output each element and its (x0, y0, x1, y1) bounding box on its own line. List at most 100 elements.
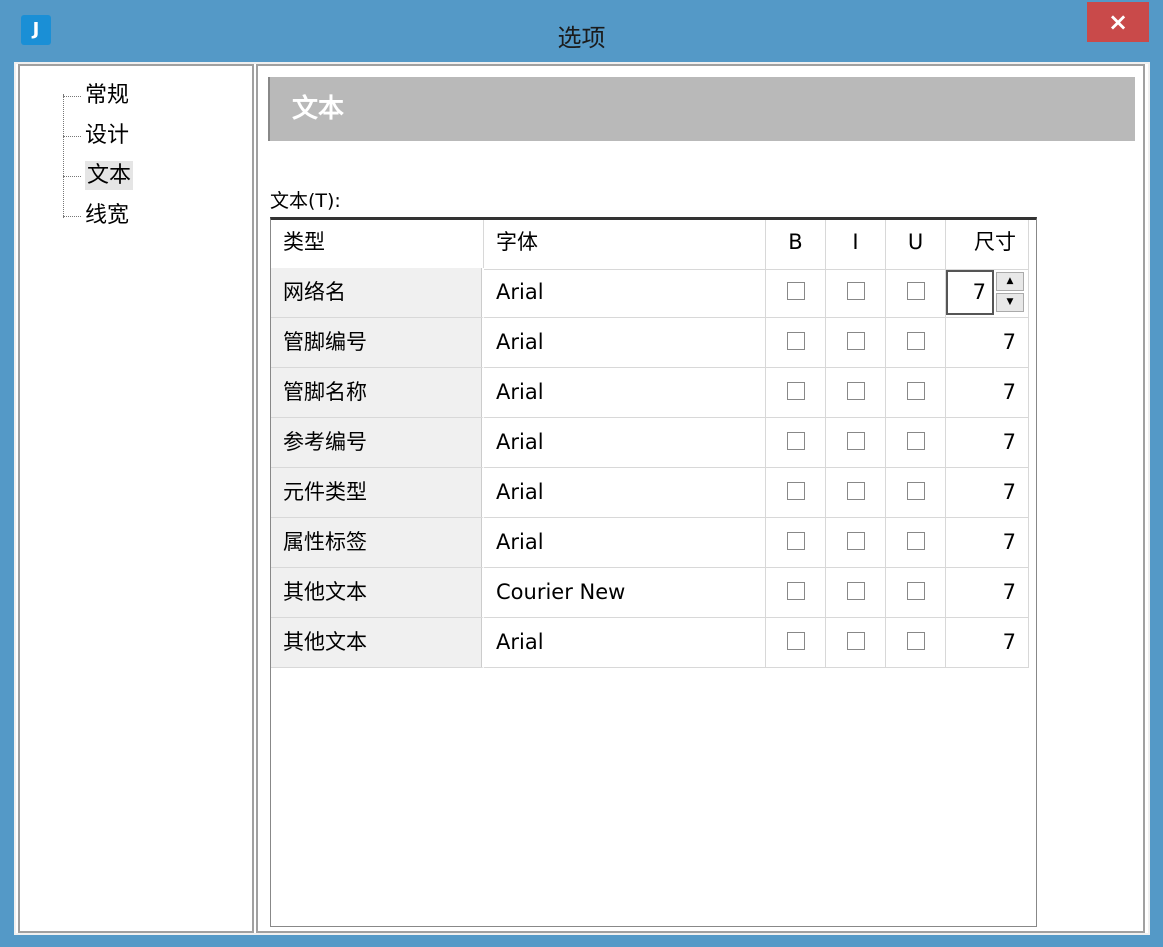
font-cell[interactable]: Arial (484, 618, 766, 668)
type-cell: 其他文本 (271, 618, 484, 668)
type-cell: 参考编号 (271, 418, 484, 468)
type-cell: 网络名 (271, 268, 484, 318)
spin-up-icon[interactable]: ▲ (996, 272, 1024, 291)
options-tree: 常规设计文本线宽 (18, 64, 254, 933)
font-cell[interactable]: Arial (484, 468, 766, 518)
underline-checkbox[interactable] (906, 432, 925, 450)
italic-checkbox[interactable] (846, 582, 865, 600)
text-table-label: 文本(T): (270, 190, 341, 212)
size-cell[interactable]: 7 (946, 568, 1029, 618)
panel-header: 文本 (268, 77, 1135, 141)
u-cell (886, 418, 946, 468)
underline-checkbox[interactable] (906, 482, 925, 500)
size-cell[interactable]: 7 (946, 618, 1029, 668)
table-row[interactable]: 其他文本 Courier New 7 (271, 568, 1029, 618)
i-cell (826, 418, 886, 468)
italic-checkbox[interactable] (846, 382, 865, 400)
font-cell[interactable]: Arial (484, 318, 766, 368)
type-cell: 其他文本 (271, 568, 484, 618)
table-row[interactable]: 管脚名称 Arial 7 (271, 368, 1029, 418)
tree-item-label: 线宽 (85, 203, 130, 228)
table-row[interactable]: 参考编号 Arial 7 (271, 418, 1029, 468)
column-header[interactable]: 类型 (271, 220, 484, 270)
underline-checkbox[interactable] (906, 532, 925, 550)
type-cell: 管脚名称 (271, 368, 484, 418)
options-panel: 文本 文本(T): 类型 字体 B I U 尺寸 网络名 Arial 7 ▲ ▼ 管脚编号 Arial 7… (256, 64, 1145, 933)
italic-checkbox[interactable] (846, 632, 865, 650)
i-cell (826, 518, 886, 568)
table-header-row: 类型 字体 B I U 尺寸 (271, 220, 1029, 270)
u-cell (886, 368, 946, 418)
b-cell (766, 268, 826, 318)
spinner-arrows[interactable]: ▲ ▼ (996, 272, 1024, 312)
bold-checkbox[interactable] (786, 332, 805, 350)
table-row[interactable]: 元件类型 Arial 7 (271, 468, 1029, 518)
size-spinbox[interactable]: 7 (946, 270, 994, 315)
window-title: 选项 (557, 24, 606, 52)
size-cell[interactable]: 7 (946, 368, 1029, 418)
i-cell (826, 368, 886, 418)
u-cell (886, 268, 946, 318)
underline-checkbox[interactable] (906, 332, 925, 350)
tree-item-2[interactable]: 文本 (45, 156, 134, 196)
bold-checkbox[interactable] (786, 582, 805, 600)
i-cell (826, 568, 886, 618)
tree-item-label: 文本 (85, 161, 134, 190)
bold-checkbox[interactable] (786, 532, 805, 550)
bold-checkbox[interactable] (786, 382, 805, 400)
i-cell (826, 618, 886, 668)
column-header[interactable]: 尺寸 (946, 220, 1029, 270)
table-row[interactable]: 管脚编号 Arial 7 (271, 318, 1029, 368)
tree-item-3[interactable]: 线宽 (45, 196, 133, 236)
b-cell (766, 318, 826, 368)
tree-item-1[interactable]: 设计 (45, 116, 133, 156)
size-cell[interactable]: 7 (946, 468, 1029, 518)
table-row[interactable]: 网络名 Arial 7 ▲ ▼ (271, 268, 1029, 318)
bold-checkbox[interactable] (786, 282, 805, 300)
close-button[interactable]: × (1087, 2, 1149, 42)
title-bar[interactable]: J 选项 × (0, 0, 1163, 62)
underline-checkbox[interactable] (906, 582, 925, 600)
italic-checkbox[interactable] (846, 332, 865, 350)
table-row[interactable]: 属性标签 Arial 7 (271, 518, 1029, 568)
column-header[interactable]: B (766, 220, 826, 270)
italic-checkbox[interactable] (846, 432, 865, 450)
column-header[interactable]: I (826, 220, 886, 270)
type-cell: 属性标签 (271, 518, 484, 568)
bold-checkbox[interactable] (786, 432, 805, 450)
column-header[interactable]: 字体 (484, 220, 766, 270)
size-cell[interactable]: 7 ▲ ▼ (946, 268, 1029, 318)
tree-item-label: 设计 (85, 123, 130, 148)
font-cell[interactable]: Courier New (484, 568, 766, 618)
italic-checkbox[interactable] (846, 532, 865, 550)
underline-checkbox[interactable] (906, 282, 925, 300)
bold-checkbox[interactable] (786, 632, 805, 650)
italic-checkbox[interactable] (846, 282, 865, 300)
italic-checkbox[interactable] (846, 482, 865, 500)
u-cell (886, 618, 946, 668)
b-cell (766, 468, 826, 518)
tree-item-0[interactable]: 常规 (45, 76, 133, 116)
underline-checkbox[interactable] (906, 632, 925, 650)
font-cell[interactable]: Arial (484, 368, 766, 418)
font-cell[interactable]: Arial (484, 518, 766, 568)
u-cell (886, 568, 946, 618)
text-settings-table: 类型 字体 B I U 尺寸 网络名 Arial 7 ▲ ▼ 管脚编号 Arial 7 管脚名称 Arial 7… (270, 217, 1037, 927)
font-cell[interactable]: Arial (484, 418, 766, 468)
type-cell: 元件类型 (271, 468, 484, 518)
size-cell[interactable]: 7 (946, 418, 1029, 468)
size-cell[interactable]: 7 (946, 518, 1029, 568)
u-cell (886, 518, 946, 568)
u-cell (886, 318, 946, 368)
i-cell (826, 268, 886, 318)
b-cell (766, 368, 826, 418)
table-row[interactable]: 其他文本 Arial 7 (271, 618, 1029, 668)
i-cell (826, 318, 886, 368)
spin-down-icon[interactable]: ▼ (996, 293, 1024, 312)
column-header[interactable]: U (886, 220, 946, 270)
type-cell: 管脚编号 (271, 318, 484, 368)
font-cell[interactable]: Arial (484, 268, 766, 318)
size-cell[interactable]: 7 (946, 318, 1029, 368)
underline-checkbox[interactable] (906, 382, 925, 400)
bold-checkbox[interactable] (786, 482, 805, 500)
